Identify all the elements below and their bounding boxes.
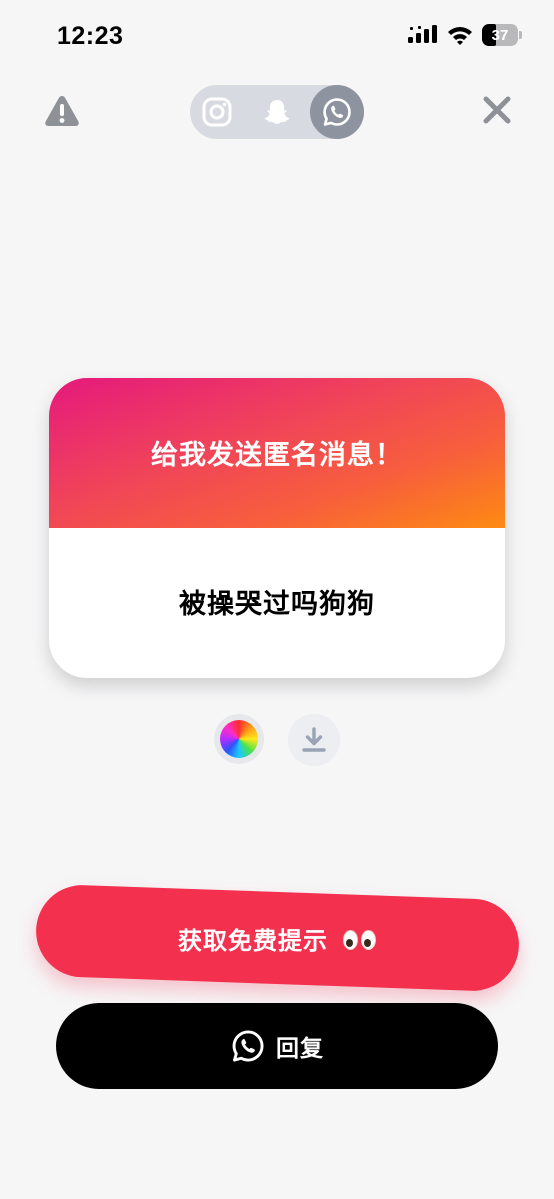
status-icons: 37: [408, 24, 522, 46]
close-icon: [483, 96, 511, 124]
free-hint-button[interactable]: 获取免费提示: [34, 883, 521, 993]
wifi-icon: [448, 27, 472, 45]
reply-button[interactable]: 回复: [56, 1003, 498, 1089]
card-title: 给我发送匿名消息！: [151, 439, 403, 471]
card-header: 给我发送匿名消息！: [49, 378, 505, 528]
instagram-icon: [202, 97, 232, 127]
download-button[interactable]: [288, 714, 340, 766]
share-message-screen: 12:23 37 给我发送匿名消息！ 被操哭过吗狗狗 获取免费提示 回复: [0, 0, 554, 1199]
whatsapp-button[interactable]: [310, 85, 364, 139]
color-wheel-icon: [220, 720, 258, 758]
cellular-signal-icon: [408, 25, 437, 43]
instagram-button[interactable]: [190, 85, 244, 139]
reply-label: 回复: [276, 1036, 324, 1062]
card-message: 被操哭过吗狗狗: [179, 588, 375, 620]
warning-icon: [45, 96, 79, 126]
status-time: 12:23: [57, 22, 124, 50]
whatsapp-icon: [232, 1030, 264, 1062]
snapchat-icon: [264, 100, 290, 124]
whatsapp-icon: [323, 98, 351, 126]
platform-switcher: [190, 85, 364, 139]
eyes-emoji-icon: [343, 929, 377, 950]
free-hint-label: 获取免费提示: [178, 926, 329, 955]
close-button[interactable]: [481, 94, 513, 126]
battery-level: 37: [491, 26, 509, 44]
download-icon: [302, 727, 326, 752]
battery-indicator: 37: [482, 24, 522, 46]
message-card: 给我发送匿名消息！ 被操哭过吗狗狗: [49, 378, 505, 678]
card-body: 被操哭过吗狗狗: [49, 528, 505, 678]
snapchat-button[interactable]: [250, 85, 304, 139]
color-picker-button[interactable]: [214, 714, 264, 764]
report-button[interactable]: [44, 94, 80, 128]
